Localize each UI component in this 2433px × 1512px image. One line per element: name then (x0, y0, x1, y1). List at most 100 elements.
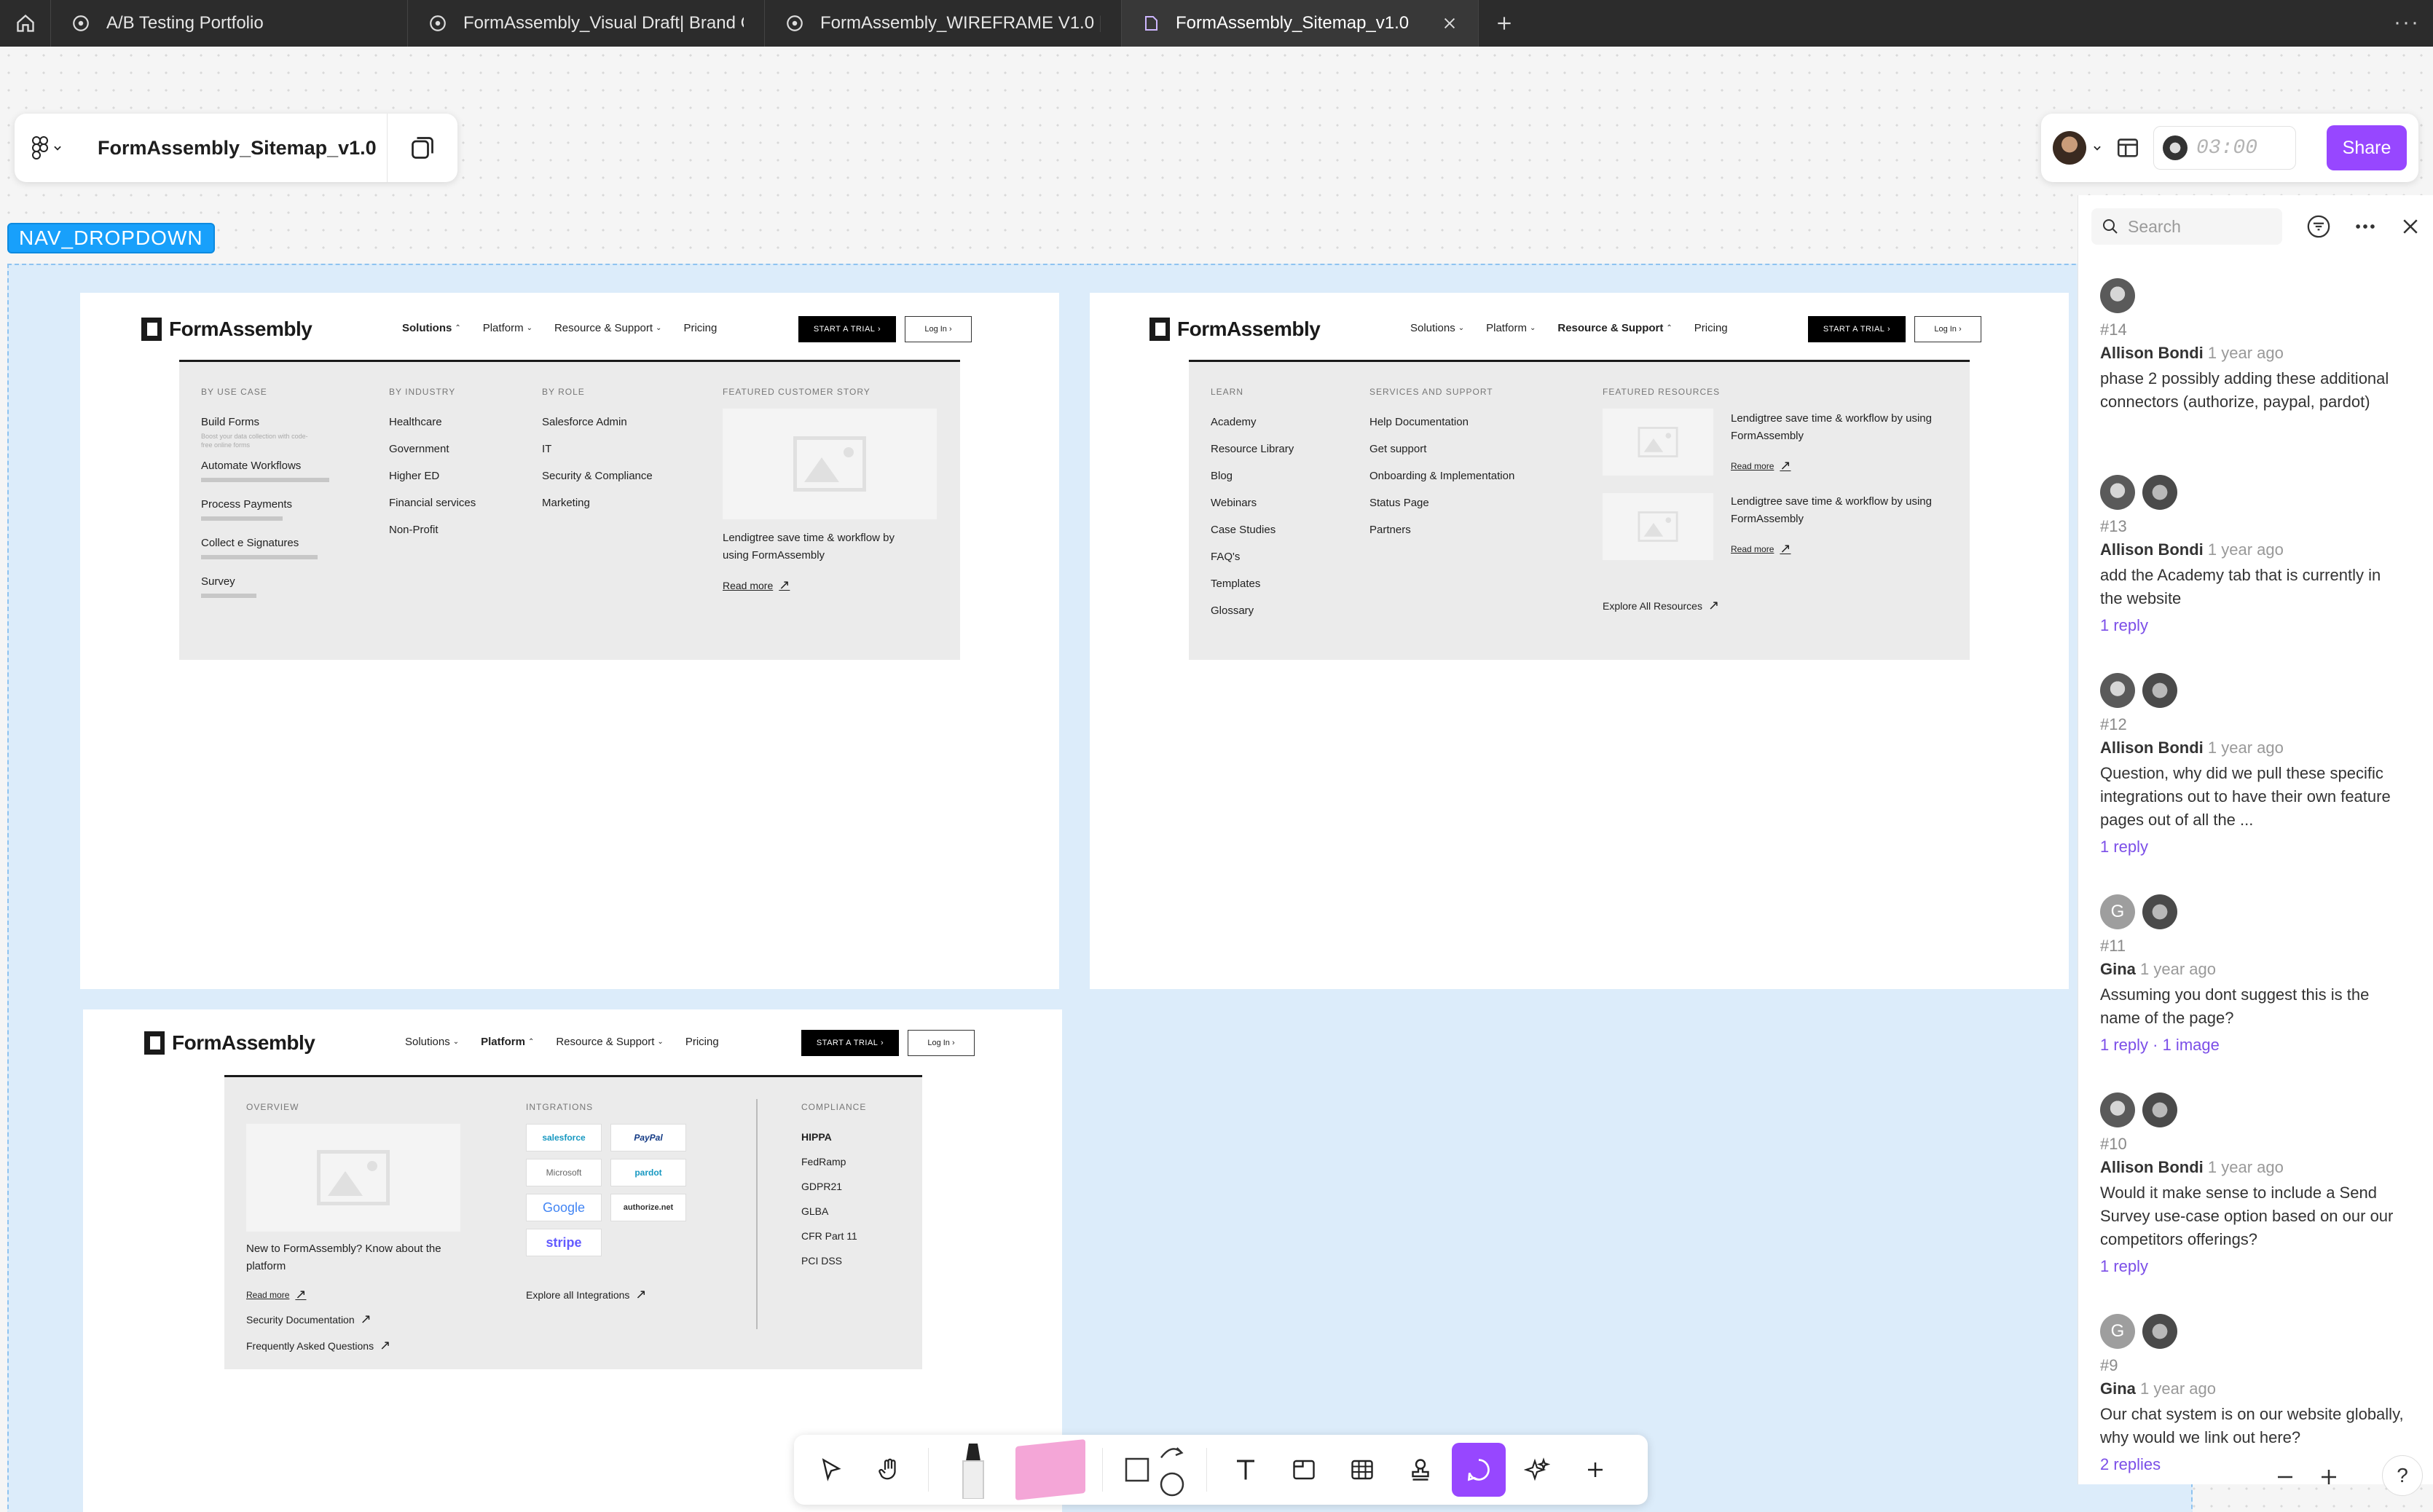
comment-thread[interactable]: #12 Allison Bondi 1 year ago Question, w… (2100, 673, 2406, 857)
zoom-out-icon[interactable] (2274, 1466, 2296, 1488)
menu-item[interactable]: Collect e Signatures (201, 537, 339, 549)
wireframe-resources[interactable]: FormAssembly Solutions ⌄ Platform ⌄ Resour… (1090, 293, 2069, 989)
menu-item[interactable]: Academy (1211, 416, 1294, 428)
nav-pricing[interactable]: Pricing (685, 1036, 719, 1048)
comment-search[interactable]: Search (2091, 208, 2282, 245)
nav-solutions[interactable]: Solutions (1410, 322, 1455, 334)
tab-sitemap[interactable]: FormAssembly_Sitemap_v1.0 (1122, 0, 1479, 47)
main-menu-button[interactable] (15, 136, 80, 160)
read-more-link[interactable]: Read more ↗ (723, 578, 790, 593)
login-button[interactable]: Log In › (905, 316, 972, 342)
menu-item[interactable]: Templates (1211, 578, 1294, 590)
google-logo[interactable]: Google (526, 1194, 602, 1221)
menu-item[interactable]: GDPR21 (801, 1181, 866, 1192)
salesforce-logo[interactable]: salesforce (526, 1124, 602, 1151)
menu-item[interactable]: Financial services (389, 497, 476, 509)
explore-resources-link[interactable]: Explore All Resources ↗ (1603, 598, 1719, 613)
close-icon[interactable] (1442, 15, 1458, 31)
nav-resources[interactable]: Resource & Support (556, 1036, 654, 1048)
faq-link[interactable]: Frequently Asked Questions ↗ (246, 1338, 390, 1353)
more-options-icon[interactable] (2353, 214, 2378, 239)
menu-item[interactable]: FedRamp (801, 1156, 866, 1168)
start-trial-button[interactable]: START A TRIAL › (798, 316, 896, 342)
nav-resources[interactable]: Resource & Support (554, 322, 653, 334)
ai-tool[interactable] (1510, 1443, 1564, 1497)
start-trial-button[interactable]: START A TRIAL › (801, 1030, 899, 1056)
menu-item[interactable]: PCI DSS (801, 1255, 866, 1267)
read-more-link[interactable]: Read more ↗ (1731, 458, 1791, 473)
microsoft-logo[interactable]: Microsoft (526, 1159, 602, 1186)
nav-solutions[interactable]: Solutions (402, 322, 452, 334)
menu-item[interactable]: HIPPA (801, 1131, 866, 1143)
menu-item[interactable]: Onboarding & Implementation (1369, 470, 1514, 482)
nav-resources[interactable]: Resource & Support (1557, 322, 1663, 334)
menu-item[interactable]: Webinars (1211, 497, 1294, 509)
reply-count-link[interactable]: 1 reply (2100, 616, 2406, 635)
move-tool[interactable] (804, 1443, 858, 1497)
menu-item[interactable]: Government (389, 443, 476, 455)
authorize-net-logo[interactable]: authorize.net (610, 1194, 686, 1221)
nav-solutions[interactable]: Solutions (405, 1036, 450, 1048)
nav-pricing[interactable]: Pricing (683, 322, 717, 334)
nav-pricing[interactable]: Pricing (1694, 322, 1728, 334)
table-tool[interactable] (1335, 1443, 1389, 1497)
nav-platform[interactable]: Platform (481, 1036, 525, 1048)
nav-platform[interactable]: Platform (483, 322, 524, 334)
hand-tool[interactable] (862, 1443, 916, 1497)
menu-item[interactable]: Marketing (542, 497, 653, 509)
nav-platform[interactable]: Platform (1486, 322, 1527, 334)
pages-button[interactable] (388, 135, 457, 161)
zoom-in-icon[interactable] (2318, 1466, 2340, 1488)
canvas[interactable]: FormAssembly_Sitemap_v1.0 03:00 Share NA… (0, 47, 2433, 1512)
menu-item[interactable]: IT (542, 443, 653, 455)
tab-ab-testing[interactable]: A/B Testing Portfolio (51, 0, 408, 47)
pardot-logo[interactable]: pardot (610, 1159, 686, 1186)
menu-item[interactable]: Status Page (1369, 497, 1514, 509)
text-tool[interactable] (1219, 1443, 1273, 1497)
timer-widget[interactable]: 03:00 (2153, 126, 2296, 170)
menu-item[interactable]: Healthcare (389, 416, 476, 428)
avatar[interactable] (2053, 131, 2086, 165)
menu-item[interactable]: Survey (201, 575, 339, 588)
stripe-logo[interactable]: stripe (526, 1229, 602, 1256)
menu-item[interactable]: Case Studies (1211, 524, 1294, 536)
comment-thread[interactable]: G #9 Gina 1 year ago Our chat system is … (2100, 1314, 2406, 1474)
menu-item[interactable]: Blog (1211, 470, 1294, 482)
paypal-logo[interactable]: PayPal (610, 1124, 686, 1151)
menu-item[interactable]: Partners (1369, 524, 1514, 536)
close-icon[interactable] (2399, 216, 2421, 237)
menu-item[interactable]: Security & Compliance (542, 470, 653, 482)
menu-item[interactable]: Build Forms (201, 416, 339, 428)
menu-item[interactable]: GLBA (801, 1205, 866, 1217)
comment-thread[interactable]: #10 Allison Bondi 1 year ago Would it ma… (2100, 1092, 2406, 1276)
menu-item[interactable]: Higher ED (389, 470, 476, 482)
security-doc-link[interactable]: Security Documentation ↗ (246, 1312, 372, 1327)
share-button[interactable]: Share (2327, 125, 2407, 170)
read-more-link[interactable]: Read more ↗ (1731, 541, 1791, 556)
shape-tool[interactable] (1115, 1443, 1195, 1497)
reply-count-link[interactable]: 1 reply (2100, 838, 2406, 857)
filter-icon[interactable] (2306, 214, 2331, 239)
tab-visual-draft[interactable]: FormAssembly_Visual Draft| Brand Co (408, 0, 765, 47)
menu-item[interactable]: Glossary (1211, 605, 1294, 617)
menu-item[interactable]: Help Documentation (1369, 416, 1514, 428)
comment-tool[interactable] (1452, 1443, 1506, 1497)
section-label[interactable]: NAV_DROPDOWN (7, 223, 215, 253)
reply-count-link[interactable]: 1 reply · 1 image (2100, 1036, 2406, 1055)
more-tools[interactable] (1568, 1443, 1622, 1497)
menu-item[interactable]: Automate Workflows (201, 460, 339, 472)
sticky-note-tool[interactable] (1010, 1438, 1090, 1501)
menu-item[interactable]: Resource Library (1211, 443, 1294, 455)
home-button[interactable] (0, 0, 51, 47)
new-tab-button[interactable] (1479, 0, 1530, 47)
more-menu-icon[interactable]: ··· (2394, 10, 2420, 35)
menu-item[interactable]: CFR Part 11 (801, 1230, 866, 1242)
comment-thread[interactable]: #14 Allison Bondi 1 year ago phase 2 pos… (2100, 278, 2406, 414)
comment-thread[interactable]: G #11 Gina 1 year ago Assuming you dont … (2100, 894, 2406, 1055)
section-tool[interactable] (1277, 1443, 1331, 1497)
start-trial-button[interactable]: START A TRIAL › (1808, 316, 1906, 342)
reply-count-link[interactable]: 1 reply (2100, 1257, 2406, 1276)
login-button[interactable]: Log In › (1914, 316, 1981, 342)
menu-item[interactable]: Salesforce Admin (542, 416, 653, 428)
marker-tool[interactable] (940, 1443, 1006, 1499)
